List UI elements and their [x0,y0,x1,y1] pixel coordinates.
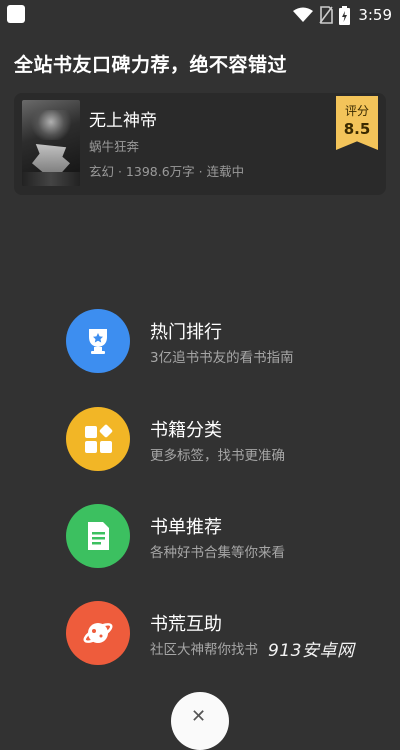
menu-item-title: 热门排行 [150,322,222,343]
menu-item-title: 书籍分类 [150,420,222,441]
promo-title: 全站书友口碑力荐，绝不容错过 [14,54,288,76]
wifi-icon [293,7,314,22]
score-badge: 评分 8.5 [336,96,378,150]
status-bar: 3:59 [0,0,400,30]
menu-item-hot-ranking[interactable]: 热门排行 3亿追书书友的看书指南 [66,309,366,379]
book-title: 无上神帝 [89,111,157,131]
status-time: 3:59 [358,6,392,24]
menu-item-subtitle: 3亿追书书友的看书指南 [150,350,294,366]
menu-item-subtitle: 社区大神帮你找书 [150,642,258,658]
menu-item-categories[interactable]: 书籍分类 更多标签，找书更准确 [66,407,366,477]
menu-item-subtitle: 更多标签，找书更准确 [150,448,285,464]
booklist-icon[interactable] [66,504,130,568]
featured-book-card[interactable]: 无上神帝 蜗牛狂奔 玄幻 · 1398.6万字 · 连载中 评分 8.5 [14,93,386,195]
menu-item-booklist[interactable]: 书单推荐 各种好书合集等你来看 [66,504,366,574]
category-grid-icon[interactable] [66,407,130,471]
book-meta: 玄幻 · 1398.6万字 · 连载中 [89,164,245,179]
menu-item-title: 书荒互助 [150,614,222,635]
book-author: 蜗牛狂奔 [89,139,140,154]
book-cover[interactable] [22,100,80,186]
close-button[interactable]: ✕ [171,692,229,750]
no-sim-icon [319,6,334,24]
app-icon [7,5,25,23]
planet-chat-icon[interactable] [66,601,130,665]
score-label: 评分 [344,104,369,118]
close-icon: ✕ [191,706,207,727]
battery-icon [339,5,351,25]
status-icons: 3:59 [293,5,392,25]
trophy-icon[interactable] [66,309,130,373]
score-value: 8.5 [343,120,371,138]
menu-item-subtitle: 各种好书合集等你来看 [150,545,285,561]
watermark: 913安卓网 [268,641,355,661]
menu-item-title: 书单推荐 [150,517,222,538]
